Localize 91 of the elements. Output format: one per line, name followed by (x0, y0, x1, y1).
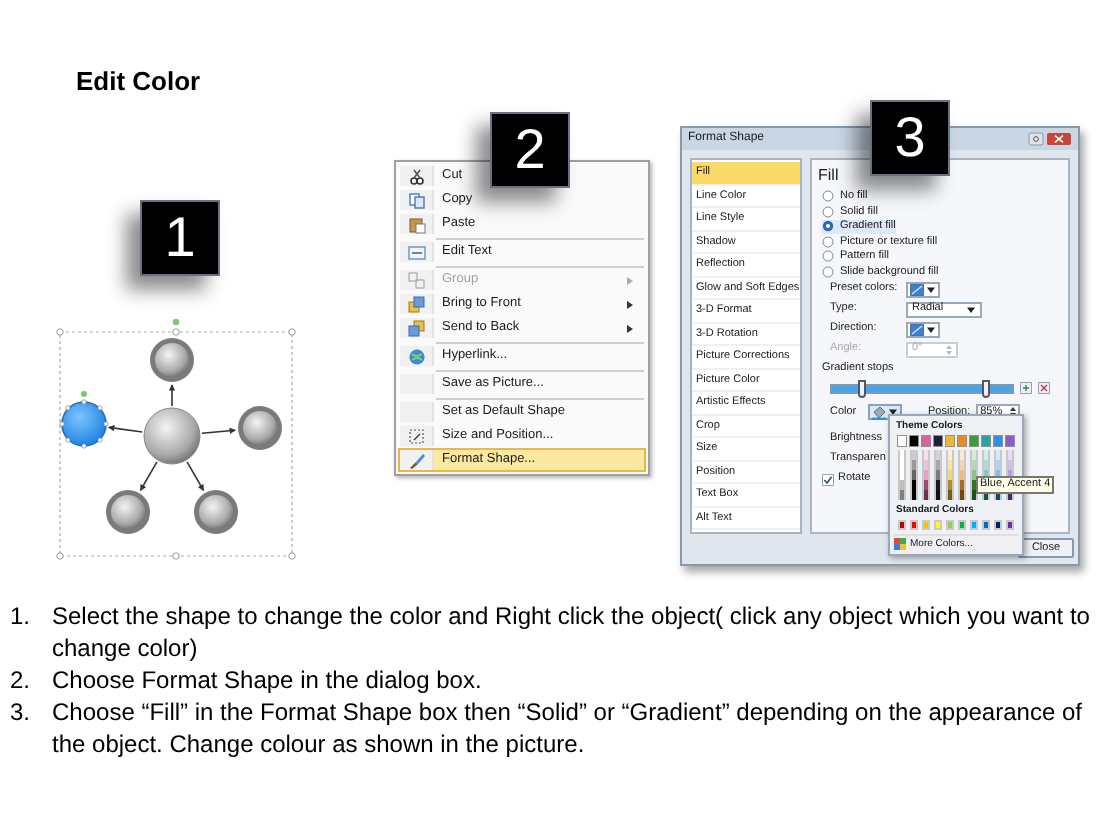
hub-circle (143, 407, 201, 465)
arrow (186, 461, 205, 492)
submenu-arrow-icon (626, 299, 634, 309)
slide-title: Edit Color (74, 64, 203, 96)
checkbox[interactable] (822, 473, 834, 485)
arrow (107, 424, 144, 433)
color-swatch[interactable] (933, 490, 943, 500)
circle-node[interactable] (238, 406, 282, 450)
color-swatch[interactable] (993, 436, 1003, 446)
color-swatch[interactable] (969, 520, 979, 530)
color-swatch[interactable] (981, 520, 991, 530)
color-swatch[interactable] (957, 450, 967, 460)
color-swatch[interactable] (1005, 460, 1014, 470)
color-swatch[interactable] (969, 436, 979, 446)
color-swatch[interactable] (1005, 450, 1014, 460)
color-swatch[interactable] (933, 520, 943, 530)
instruction-text: Choose “Fill” in the Format Shape box then “Solid” or “Gradient” depending on the appearance of the object. Change colour as shown in the picture. (52, 696, 1084, 760)
arrow (168, 384, 176, 407)
color-swatch[interactable] (909, 450, 919, 460)
color-swatch[interactable] (933, 450, 943, 460)
color-swatch[interactable] (981, 460, 991, 470)
submenu-arrow-icon (626, 323, 634, 333)
submenu-arrow-icon (626, 275, 634, 285)
color-swatch[interactable] (957, 436, 967, 446)
color-swatch[interactable] (945, 520, 955, 530)
color-swatch[interactable] (945, 436, 955, 446)
help-icon[interactable] (1028, 132, 1044, 146)
color-swatch[interactable] (957, 520, 967, 530)
spin-arrows-icon (1010, 406, 1017, 418)
color-swatch[interactable] (921, 490, 931, 500)
scissors-icon (407, 167, 425, 185)
arrow (139, 461, 158, 492)
color-swatch[interactable] (993, 460, 1003, 470)
add-stop-icon[interactable] (1020, 382, 1032, 394)
preset-colors-dropdown[interactable] (906, 281, 940, 297)
group-icon (407, 271, 425, 289)
gradient-swatch-icon (910, 283, 924, 295)
caret-icon (966, 305, 976, 313)
color-swatch[interactable] (909, 520, 919, 530)
gradient-stops-slider[interactable] (830, 383, 1014, 393)
color-swatch[interactable] (981, 436, 991, 446)
step-number-badge: 1 (140, 200, 220, 276)
spin-arrows-icon (946, 343, 952, 355)
arrow (201, 427, 236, 435)
step-number: 2. (10, 664, 33, 696)
color-swatch[interactable] (921, 436, 931, 446)
circle-node[interactable] (150, 338, 194, 382)
caret-icon (926, 325, 936, 333)
close-icon[interactable] (1046, 132, 1072, 146)
circle-node[interactable] (194, 490, 238, 534)
color-swatch[interactable] (898, 436, 907, 446)
globe-icon (407, 347, 425, 365)
color-swatch[interactable] (1005, 520, 1014, 530)
instruction-text: Choose Format Shape in the dialog box. (52, 664, 484, 696)
color-swatch[interactable] (898, 450, 907, 460)
color-swatch[interactable] (945, 490, 955, 500)
gradient-stop-handle[interactable] (981, 379, 989, 397)
copy-icon (407, 191, 425, 209)
color-swatch[interactable] (898, 520, 907, 530)
direction-dropdown[interactable] (906, 321, 940, 337)
color-swatch[interactable] (1005, 436, 1014, 446)
step-number-badge: 2 (490, 112, 570, 188)
remove-stop-icon[interactable] (1038, 382, 1050, 394)
color-swatch[interactable] (909, 436, 919, 446)
color-swatch[interactable] (898, 490, 907, 500)
text-box-icon (407, 243, 425, 261)
section-heading: Fill (818, 166, 841, 186)
color-swatch[interactable] (921, 450, 931, 460)
color-swatch[interactable] (969, 460, 979, 470)
color-swatch[interactable] (957, 490, 967, 500)
color-swatch[interactable] (945, 450, 955, 460)
circle-node[interactable] (59, 391, 109, 449)
clipboard-icon (407, 215, 425, 233)
color-swatch[interactable] (921, 520, 931, 530)
palette-icon (894, 538, 906, 550)
circle-node[interactable] (106, 490, 150, 534)
instruction-text: Select the shape to change the color and Right click the object( click any object which you want to change color) (52, 600, 1092, 664)
step-number-badge: 3 (870, 100, 950, 176)
gradient-stop-handle[interactable] (858, 379, 867, 397)
gradient-swatch-icon (910, 323, 924, 335)
color-swatch[interactable] (981, 450, 991, 460)
color-swatch[interactable] (933, 436, 943, 446)
brush-icon (407, 451, 425, 469)
color-swatch[interactable] (993, 450, 1003, 460)
step-number: 3. (10, 696, 33, 730)
caret-icon (926, 285, 936, 293)
color-swatch[interactable] (909, 490, 919, 500)
color-swatch[interactable] (993, 520, 1003, 530)
step-number: 1. (10, 600, 33, 634)
color-swatch[interactable] (969, 450, 979, 460)
resize-icon (407, 427, 425, 445)
